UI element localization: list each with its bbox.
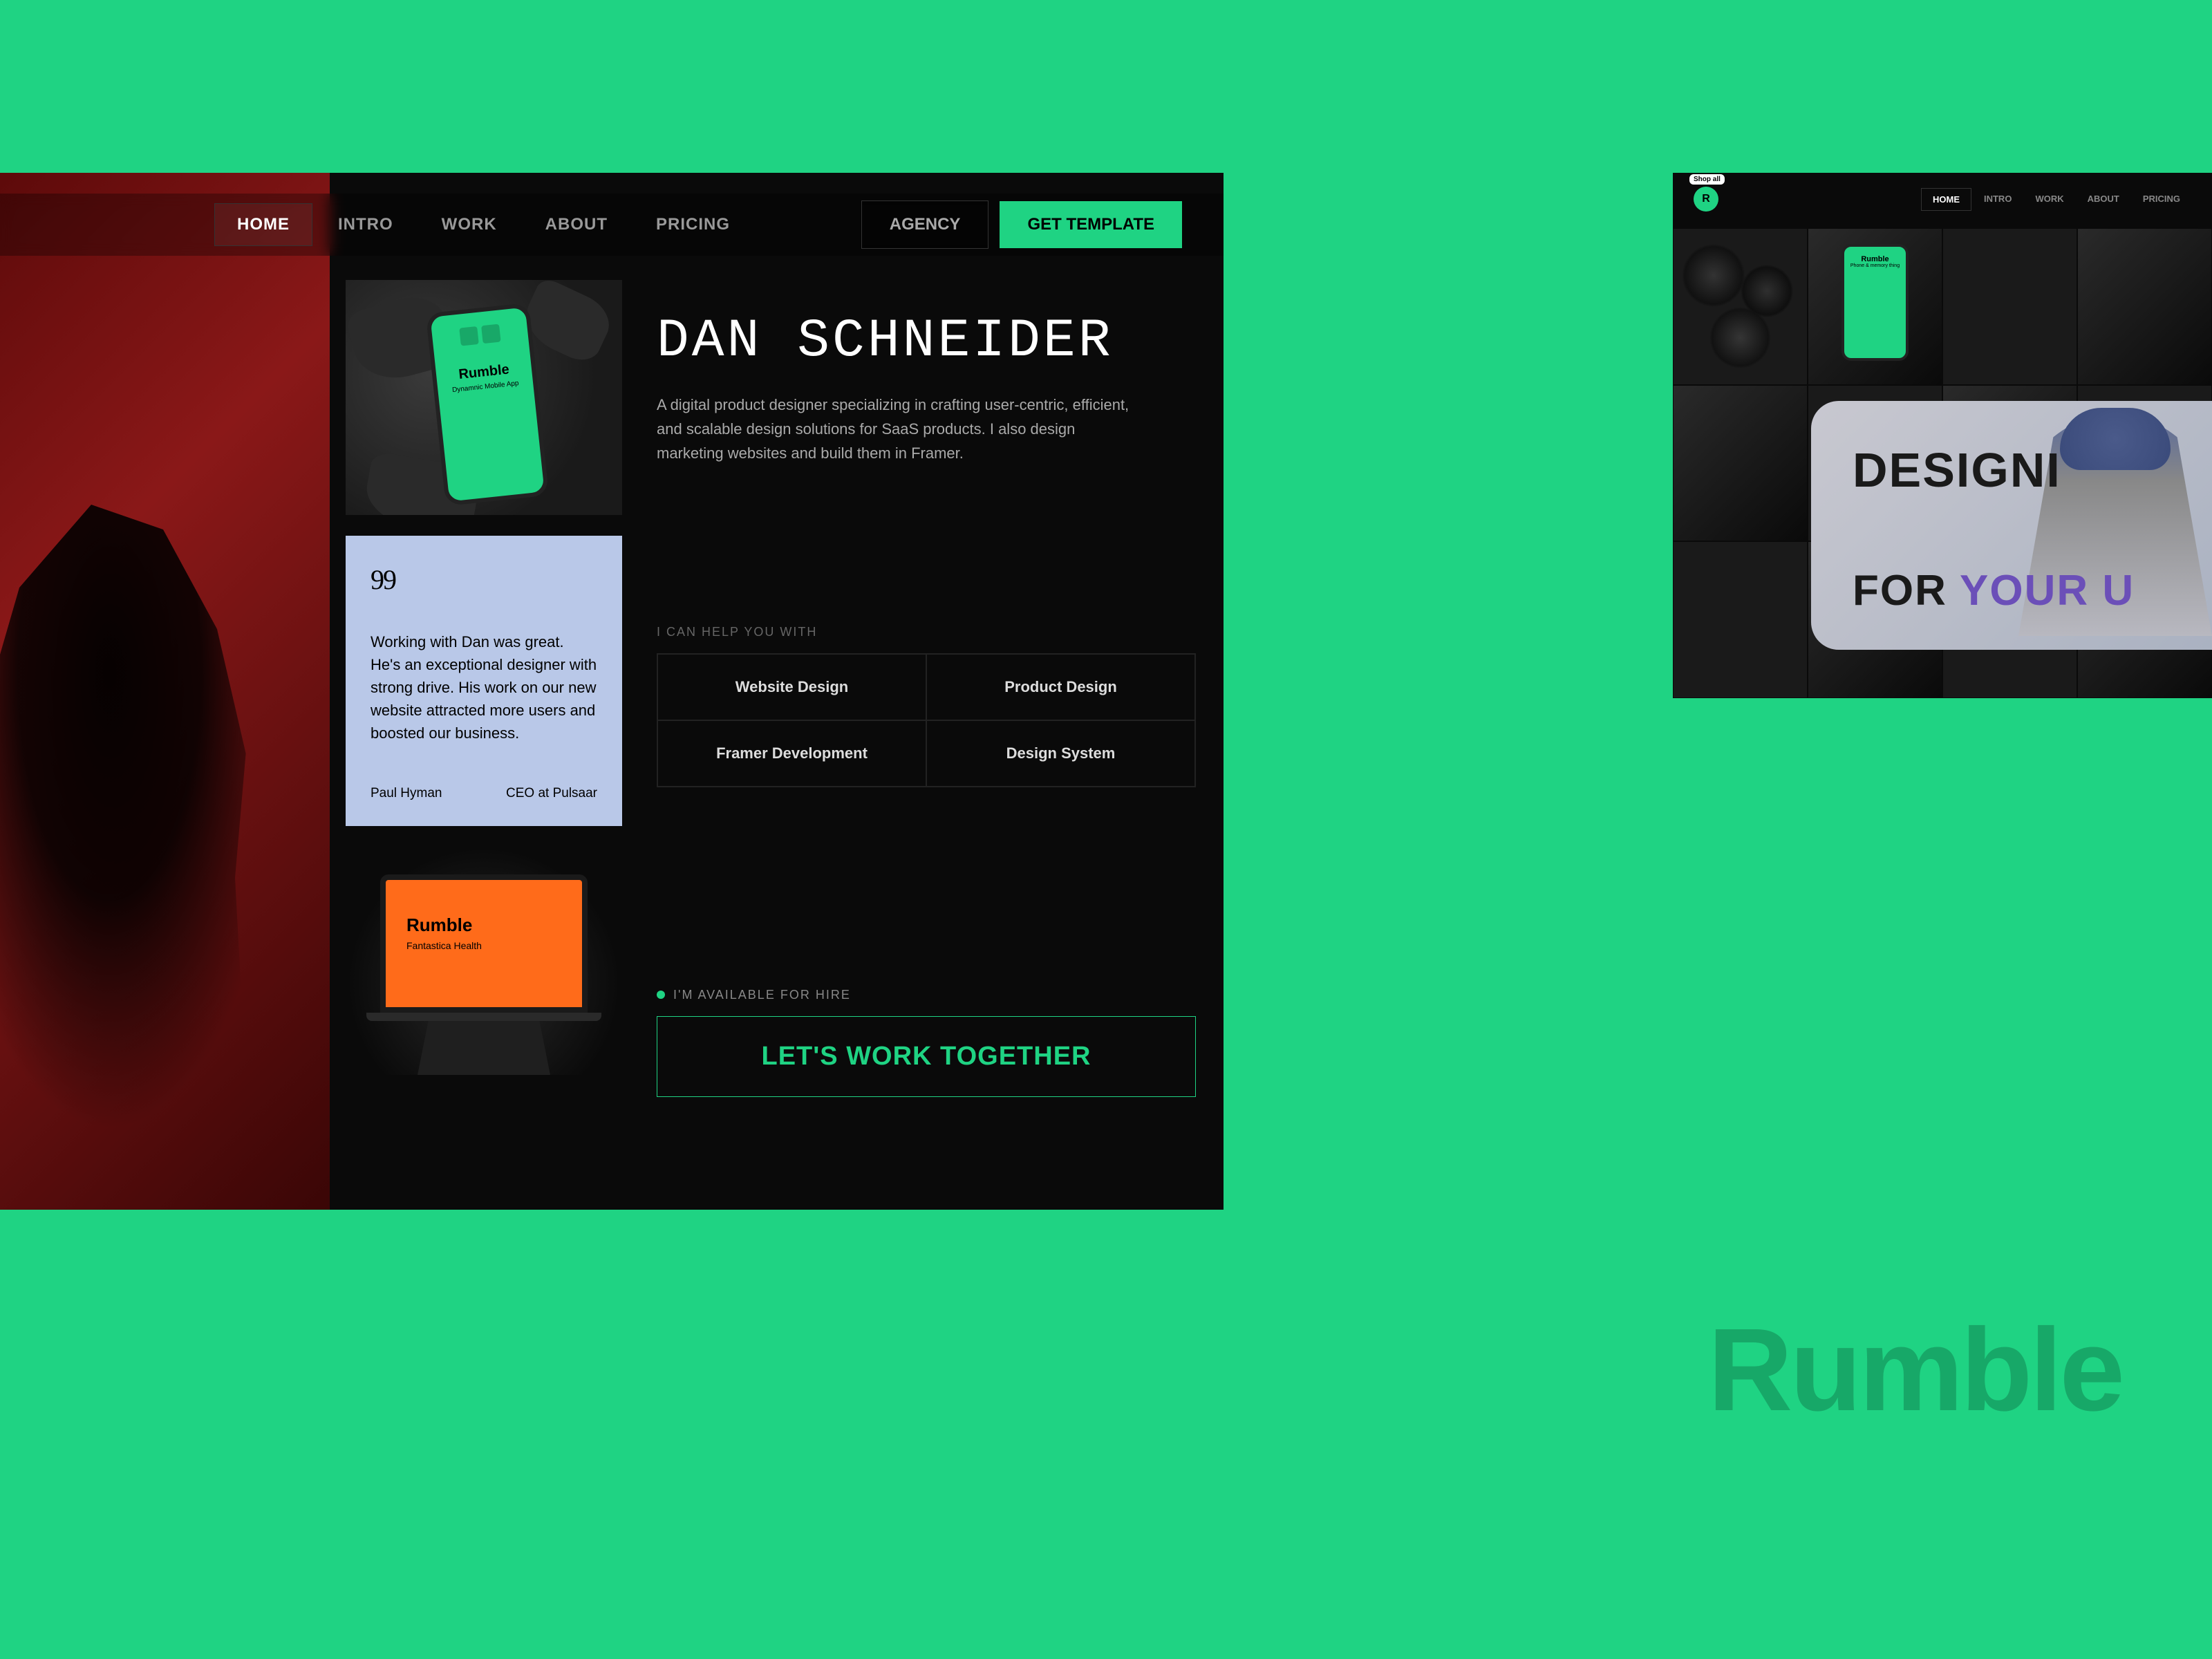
- nav-tab-work[interactable]: WORK: [419, 203, 520, 246]
- nav-right: AGENCY GET TEMPLATE: [861, 200, 1182, 249]
- hero-description: A digital product designer specializing …: [657, 393, 1141, 466]
- overlay-heading-2: FOR YOUR U: [1853, 566, 2135, 615]
- right-column: DAN SCHNEIDER A digital product designer…: [657, 311, 1196, 1097]
- phone-icon: Rumble Dynamnic Mobile App: [426, 303, 549, 506]
- overlay-line2-pre: FOR: [1853, 567, 1960, 615]
- preview-small: Shop all R HOME INTRO WORK ABOUT PRICING…: [1673, 173, 2212, 698]
- testimonial-role: CEO at Pulsaar: [506, 786, 597, 801]
- nav-tab-pricing[interactable]: PRICING: [633, 203, 753, 246]
- preview-main: HOME INTRO WORK ABOUT PRICING AGENCY GET…: [0, 173, 1224, 1210]
- brand-logo: Rumble: [1708, 1302, 2122, 1438]
- laptop-icon: Rumble Fantastica Health: [380, 874, 588, 1013]
- get-template-button[interactable]: GET TEMPLATE: [1000, 201, 1182, 248]
- availability-row: I'M AVAILABLE FOR HIRE: [657, 988, 1196, 1002]
- overlay-line2-accent: YOUR U: [1960, 567, 2135, 615]
- laptop-brand-label: Rumble: [406, 915, 561, 936]
- pedestal-decoration: [415, 1020, 553, 1075]
- small-tab-pricing[interactable]: PRICING: [2132, 188, 2191, 211]
- badge-tooltip: Shop all: [1689, 174, 1725, 185]
- service-design-system[interactable]: Design System: [926, 720, 1195, 787]
- small-tab-about[interactable]: ABOUT: [2077, 188, 2130, 211]
- grid-cell: [2077, 228, 2212, 385]
- overlay-heading-1: DESIGNI: [1853, 442, 2061, 498]
- small-tab-work[interactable]: WORK: [2024, 188, 2074, 211]
- small-phone-brand: Rumble: [1850, 255, 1900, 263]
- grid-cell: Rumble Phone & memory thing: [1808, 228, 1942, 385]
- laptop-base: [366, 1013, 601, 1021]
- service-website-design[interactable]: Website Design: [657, 654, 926, 720]
- quote-icon: 99: [371, 563, 597, 596]
- testimonial-footer: Paul Hyman CEO at Pulsaar: [371, 786, 597, 801]
- services-label: I CAN HELP YOU WITH: [657, 625, 1196, 639]
- grid-cell: [1673, 541, 1808, 698]
- grid-cell: [1942, 228, 2077, 385]
- services-grid: Website Design Product Design Framer Dev…: [657, 653, 1196, 787]
- grid-cell: [1673, 385, 1808, 542]
- testimonial-card: 99 Working with Dan was great. He's an e…: [346, 536, 622, 826]
- thumbnail-icon: [459, 326, 479, 346]
- availability-label: I'M AVAILABLE FOR HIRE: [673, 988, 851, 1002]
- laptop-subtitle: Fantastica Health: [406, 940, 561, 951]
- service-product-design[interactable]: Product Design: [926, 654, 1195, 720]
- nav-tabs: HOME INTRO WORK ABOUT PRICING: [214, 203, 753, 246]
- nav-tab-home[interactable]: HOME: [214, 203, 312, 246]
- small-tab-home[interactable]: HOME: [1921, 188, 1971, 211]
- small-tab-intro[interactable]: INTRO: [1973, 188, 2023, 211]
- portrait-image: [0, 173, 330, 1210]
- grid-cell: [1673, 228, 1808, 385]
- testimonial-author: Paul Hyman: [371, 786, 442, 801]
- nav-tab-intro[interactable]: INTRO: [315, 203, 416, 246]
- lets-work-button[interactable]: LET'S WORK TOGETHER: [657, 1016, 1196, 1097]
- service-framer-dev[interactable]: Framer Development: [657, 720, 926, 787]
- left-column: Rumble Dynamnic Mobile App 99 Working wi…: [346, 280, 622, 1075]
- hero-name: DAN SCHNEIDER: [657, 311, 1196, 372]
- status-dot-icon: [657, 991, 665, 999]
- small-nav-tabs: HOME INTRO WORK ABOUT PRICING: [1921, 188, 2191, 211]
- phone-mockup-card: Rumble Dynamnic Mobile App: [346, 280, 622, 515]
- small-nav: Shop all R HOME INTRO WORK ABOUT PRICING: [1673, 187, 2212, 212]
- cta-section: I'M AVAILABLE FOR HIRE LET'S WORK TOGETH…: [657, 988, 1196, 1097]
- hero-overlay-card: DESIGNI FOR YOUR U: [1811, 401, 2212, 650]
- small-phone-icon: Rumble Phone & memory thing: [1841, 244, 1909, 360]
- services-section: I CAN HELP YOU WITH Website Design Produ…: [657, 625, 1196, 787]
- laptop-mockup-card: Rumble Fantastica Health: [346, 847, 622, 1075]
- badge-letter: R: [1702, 193, 1710, 205]
- thumbnail-icon: [481, 324, 501, 344]
- testimonial-text: Working with Dan was great. He's an exce…: [371, 630, 597, 744]
- hat-icon: [2060, 408, 2171, 470]
- agency-button[interactable]: AGENCY: [861, 200, 989, 249]
- small-phone-sub: Phone & memory thing: [1850, 263, 1900, 268]
- nav-tab-about[interactable]: ABOUT: [523, 203, 630, 246]
- nav-bar: HOME INTRO WORK ABOUT PRICING AGENCY GET…: [0, 194, 1224, 256]
- brand-badge[interactable]: Shop all R: [1694, 187, 1718, 212]
